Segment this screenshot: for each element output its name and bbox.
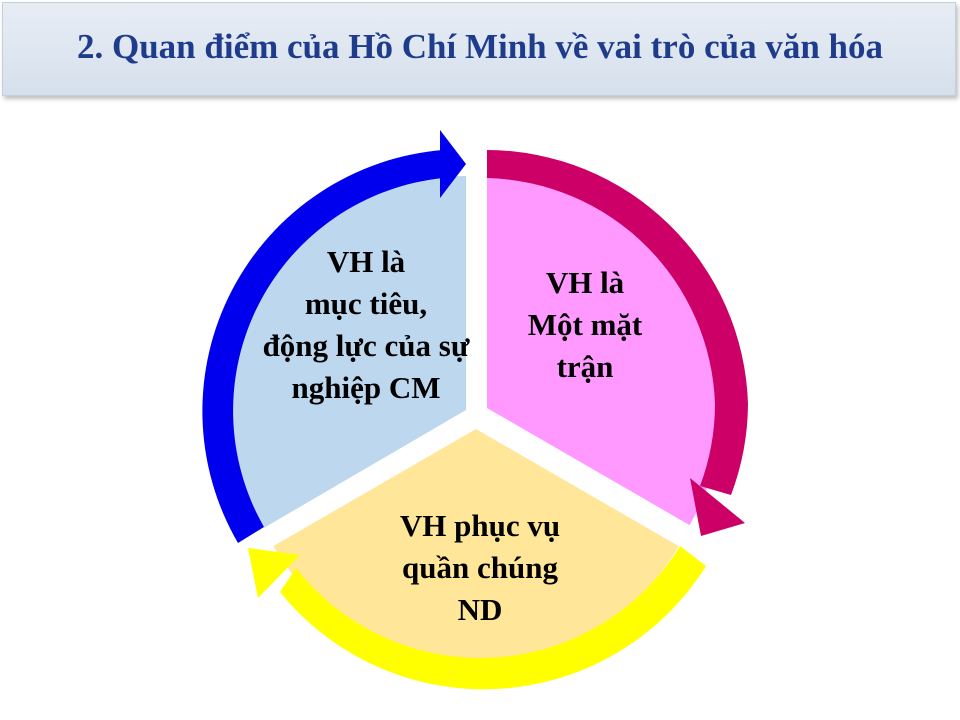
- label-line: VH là: [545, 265, 625, 300]
- label-right: VH là Một mặt trận: [485, 262, 685, 388]
- label-line: ND: [457, 592, 503, 627]
- label-line: VH phục vụ: [399, 508, 561, 543]
- label-bottom: VH phục vụ quần chúng ND: [360, 505, 600, 631]
- label-line: Một mặt: [527, 307, 643, 342]
- label-line: quần chúng: [402, 550, 558, 585]
- label-line: trận: [556, 349, 614, 384]
